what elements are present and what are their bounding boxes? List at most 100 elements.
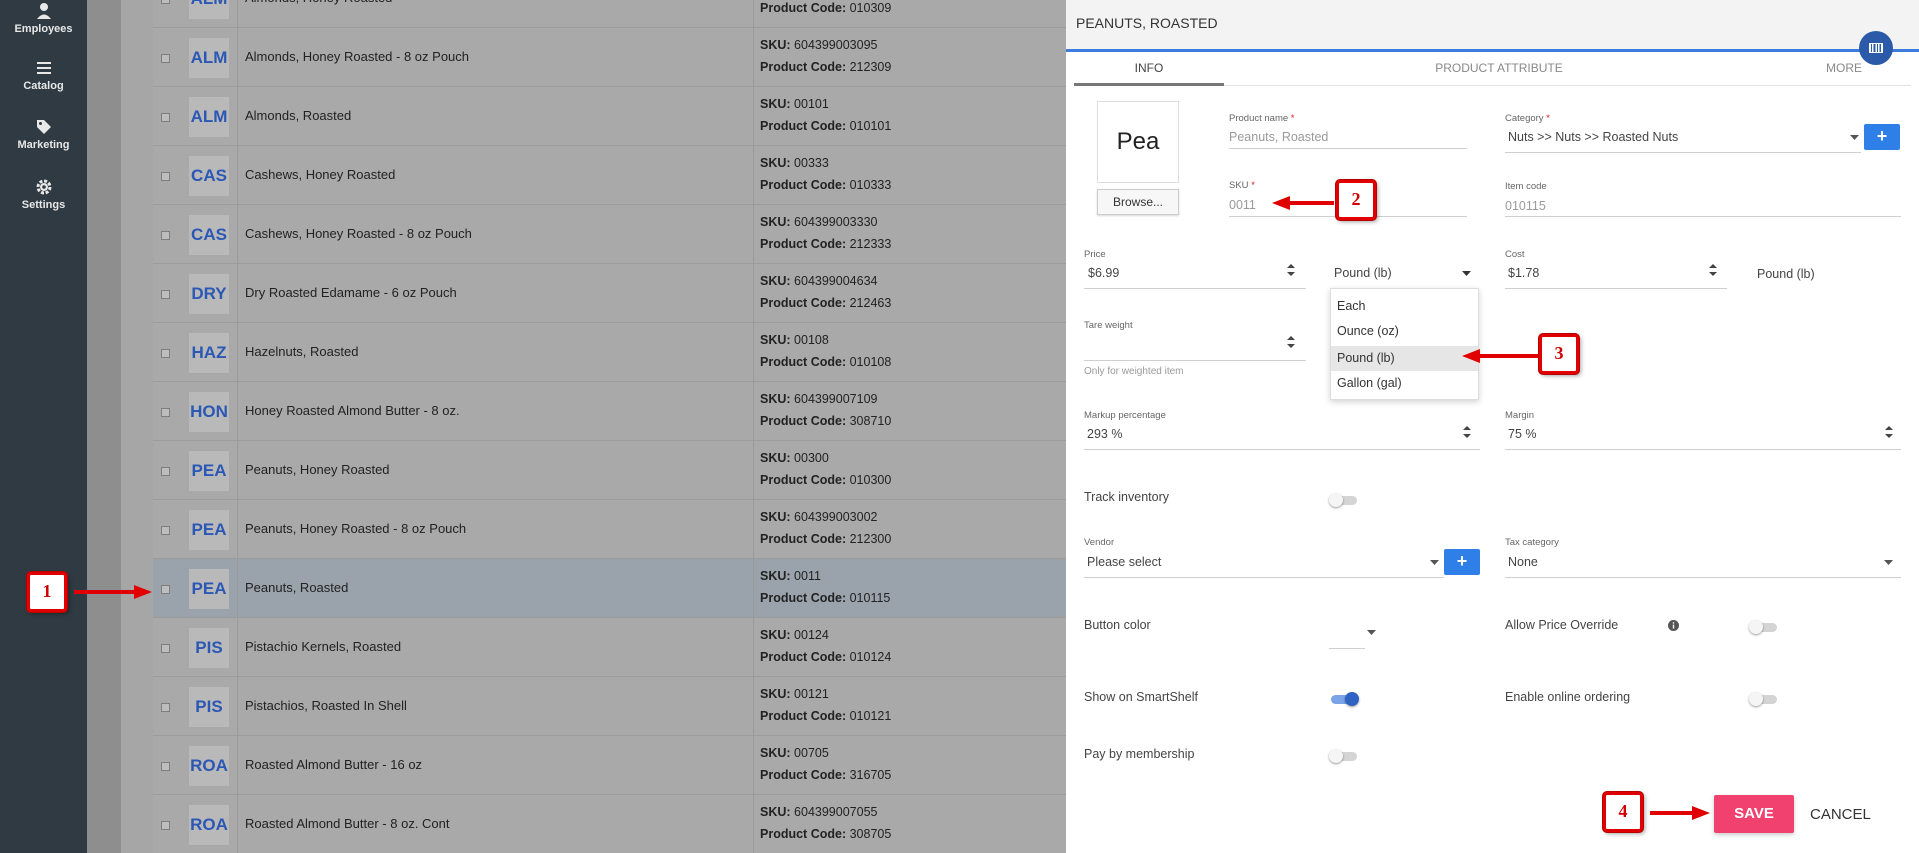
product-code-value: 308710	[849, 414, 892, 428]
nav-settings[interactable]: Settings	[0, 178, 87, 211]
row-checkbox[interactable]	[161, 54, 170, 63]
column-divider	[237, 618, 238, 677]
markup-stepper-icon[interactable]	[1462, 424, 1472, 440]
tare-stepper-icon[interactable]	[1286, 334, 1296, 350]
markup-input[interactable]: 293 %	[1087, 427, 1122, 441]
cost-stepper-icon[interactable]	[1708, 262, 1718, 278]
table-row[interactable]: ALM Almonds, Honey Roasted - 8 oz Pouch SK…	[153, 28, 1066, 87]
sku-value: 00101	[794, 97, 829, 111]
add-vendor-button[interactable]: +	[1444, 549, 1480, 575]
row-checkbox[interactable]	[161, 231, 170, 240]
table-row[interactable]: ALM Almonds, Roasted SKU: 00101 Product Cod…	[153, 87, 1066, 146]
row-badge: PEA	[189, 510, 229, 550]
list-icon	[36, 62, 51, 74]
margin-stepper-icon[interactable]	[1884, 424, 1894, 440]
product-code-label: Product Code:	[760, 237, 847, 251]
track-inventory-toggle[interactable]	[1329, 493, 1359, 507]
row-sku: SKU: 0011	[760, 569, 821, 583]
column-divider	[237, 441, 238, 500]
nav-marketing-label: Marketing	[17, 139, 70, 151]
product-code-label: Product Code:	[760, 119, 847, 133]
product-name-input[interactable]: Peanuts, Roasted	[1229, 130, 1328, 144]
row-checkbox[interactable]	[161, 762, 170, 771]
column-divider	[237, 146, 238, 205]
table-row[interactable]: PEA Peanuts, Roasted SKU: 0011 Product Code…	[153, 559, 1066, 618]
sku-input[interactable]: 0011	[1229, 198, 1256, 212]
unit-select[interactable]: Pound (lb)	[1334, 266, 1392, 280]
tab-more[interactable]: MORE	[1794, 61, 1894, 75]
button-color-select[interactable]	[1329, 648, 1365, 649]
table-row[interactable]: ALM Almonds, Honey Roasted Product Code: 0…	[153, 0, 1066, 28]
tax-category-select[interactable]: None	[1508, 555, 1538, 569]
unit-option-each[interactable]: Each	[1331, 294, 1478, 319]
table-row[interactable]: HAZ Hazelnuts, Roasted SKU: 00108 Product C…	[153, 323, 1066, 382]
table-row[interactable]: ROA Roasted Almond Butter - 16 oz SKU: 007…	[153, 736, 1066, 795]
vendor-select[interactable]: Please select	[1087, 555, 1161, 569]
row-checkbox[interactable]	[161, 821, 170, 830]
browse-button[interactable]: Browse...	[1097, 189, 1179, 215]
row-checkbox[interactable]	[161, 0, 170, 4]
tax-category-underline	[1505, 577, 1901, 578]
table-row[interactable]: PEA Peanuts, Honey Roasted - 8 oz Pouch SK…	[153, 500, 1066, 559]
tab-product-attribute[interactable]: PRODUCT ATTRIBUTE	[1394, 61, 1604, 75]
sku-value: 0011	[794, 569, 821, 583]
row-checkbox[interactable]	[161, 172, 170, 181]
item-code-input[interactable]: 010115	[1505, 199, 1546, 213]
nav-marketing[interactable]: Marketing	[0, 118, 87, 151]
table-row[interactable]: HON Honey Roasted Almond Butter - 8 oz. SK…	[153, 382, 1066, 441]
unit-option-pound[interactable]: Pound (lb)	[1331, 346, 1478, 371]
online-ordering-toggle[interactable]	[1749, 692, 1779, 706]
table-row[interactable]: CAS Cashews, Honey Roasted - 8 oz Pouch SK…	[153, 205, 1066, 264]
row-checkbox[interactable]	[161, 585, 170, 594]
caret-down-icon	[1884, 560, 1893, 565]
product-code-label: Product Code:	[760, 827, 847, 841]
row-product-code: Product Code: 010108	[760, 355, 891, 369]
sku-label: SKU:	[760, 97, 791, 111]
tare-weight-underline[interactable]	[1084, 360, 1306, 361]
table-row[interactable]: PIS Pistachio Kernels, Roasted SKU: 00124 P…	[153, 618, 1066, 677]
margin-input[interactable]: 75 %	[1508, 427, 1537, 441]
row-checkbox[interactable]	[161, 113, 170, 122]
table-row[interactable]: ROA Roasted Almond Butter - 8 oz. Cont SKU…	[153, 795, 1066, 853]
cost-label: Cost	[1505, 249, 1525, 260]
unit-option-gallon[interactable]: Gallon (gal)	[1331, 371, 1478, 396]
row-checkbox[interactable]	[161, 349, 170, 358]
price-label: Price	[1084, 249, 1106, 260]
table-row[interactable]: DRY Dry Roasted Edamame - 6 oz Pouch SKU: …	[153, 264, 1066, 323]
add-category-button[interactable]: +	[1864, 124, 1900, 150]
row-product-code: Product Code: 010309	[760, 1, 891, 15]
show-smartshelf-toggle[interactable]	[1329, 692, 1359, 706]
price-input[interactable]: $6.99	[1088, 266, 1119, 280]
product-code-value: 212309	[849, 60, 892, 74]
allow-price-override-toggle[interactable]	[1749, 620, 1779, 634]
price-stepper-icon[interactable]	[1286, 262, 1296, 278]
save-button[interactable]: SAVE	[1714, 795, 1794, 833]
tab-info[interactable]: INFO	[1074, 61, 1224, 75]
category-select[interactable]: Nuts >> Nuts >> Roasted Nuts	[1508, 130, 1678, 144]
sku-label: SKU:	[760, 274, 791, 288]
info-icon[interactable]	[1668, 620, 1679, 631]
row-checkbox[interactable]	[161, 290, 170, 299]
nav-catalog[interactable]: Catalog	[0, 59, 87, 92]
row-checkbox[interactable]	[161, 703, 170, 712]
row-checkbox[interactable]	[161, 408, 170, 417]
cancel-button[interactable]: CANCEL	[1810, 806, 1871, 823]
row-badge: PIS	[189, 628, 229, 668]
table-row[interactable]: PIS Pistachios, Roasted In Shell SKU: 0012…	[153, 677, 1066, 736]
cost-input[interactable]: $1.78	[1508, 266, 1539, 280]
table-row[interactable]: CAS Cashews, Honey Roasted SKU: 00333 Produ…	[153, 146, 1066, 205]
row-badge: ROA	[189, 746, 229, 786]
nav-employees[interactable]: Employees	[0, 2, 87, 35]
row-checkbox[interactable]	[161, 526, 170, 535]
unit-option-ounce[interactable]: Ounce (oz)	[1331, 319, 1478, 344]
row-checkbox[interactable]	[161, 644, 170, 653]
overlay-gutter-inner	[121, 0, 153, 853]
item-code-underline	[1505, 216, 1901, 217]
sku-label: SKU:	[760, 687, 791, 701]
table-row[interactable]: PEA Peanuts, Honey Roasted SKU: 00300 Produ…	[153, 441, 1066, 500]
row-checkbox[interactable]	[161, 467, 170, 476]
caret-down-icon	[1367, 630, 1376, 635]
pay-membership-toggle[interactable]	[1329, 749, 1359, 763]
column-divider	[753, 323, 754, 382]
row-product-code: Product Code: 212333	[760, 237, 891, 251]
